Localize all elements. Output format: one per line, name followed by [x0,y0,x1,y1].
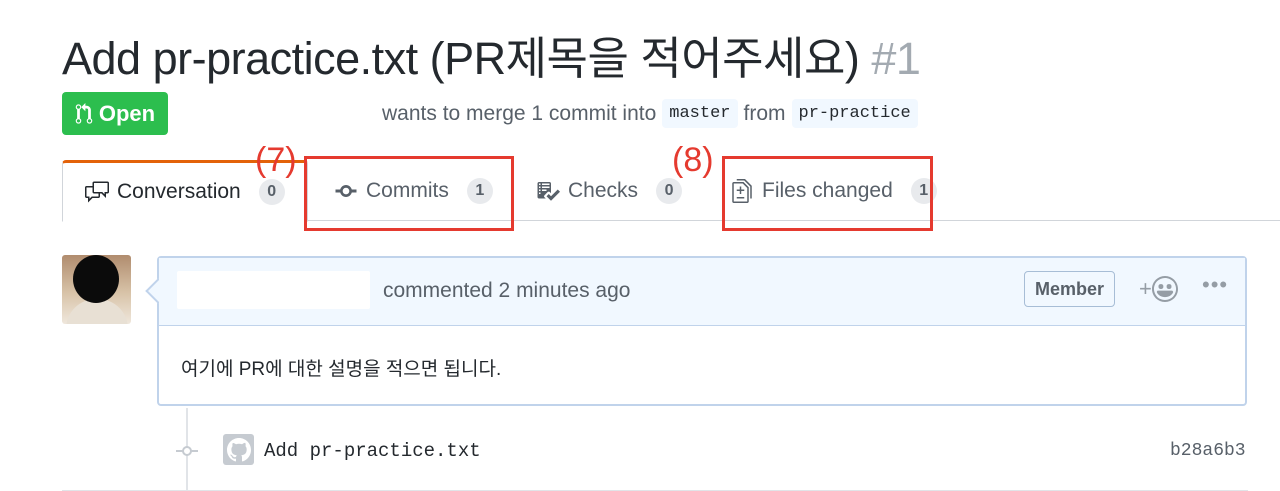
git-pull-request-icon [75,102,93,124]
comment-discussion-icon [85,181,109,203]
pr-tabs: Conversation 0 Commits 1 Checks 0 Files … [62,160,1280,222]
pr-state-label: Open [98,100,156,126]
checklist-icon [537,181,560,201]
head-branch[interactable]: pr-practice [791,99,918,128]
more-options-button[interactable]: ••• [1202,272,1228,298]
author-avatar[interactable] [62,255,131,324]
annotation-label-files-changed: (8) [672,141,714,179]
from-word: from [743,101,786,125]
commit-author-avatar[interactable] [223,434,254,465]
smiley-icon [1151,276,1178,302]
pr-title: Add pr-practice.txt (PR제목을 적어주세요) #1 [62,22,921,87]
add-reaction-button[interactable]: + [1139,276,1178,302]
comment-card: commented 2 minutes ago Member + ••• 여기에… [157,256,1247,406]
base-branch[interactable]: master [662,99,738,128]
annotation-label-commits: (7) [255,141,297,179]
annotation-box-files-changed [722,156,933,231]
tab-conversation-label: Conversation [117,180,241,203]
pr-number: #1 [871,33,921,84]
reaction-plus: + [1139,276,1152,301]
redacted-author-name [177,271,370,309]
commit-sha-link[interactable]: b28a6b3 [1170,441,1246,461]
tab-checks[interactable]: Checks 0 [536,160,683,221]
comment-header: commented 2 minutes ago Member + ••• [159,258,1245,326]
merge-info-text: wants to merge 1 commit into [382,101,657,125]
tab-conversation-count: 0 [258,179,285,205]
tab-checks-label: Checks [568,178,639,202]
pr-title-text: Add pr-practice.txt (PR제목을 적어주세요) [62,33,860,84]
annotation-box-commits [304,156,514,231]
commit-message-link[interactable]: Add pr-practice.txt [264,440,481,462]
pr-state-badge: Open [62,92,168,135]
merge-info: wants to merge 1 commit into master from… [382,99,918,128]
octocat-icon [226,437,251,461]
git-commit-icon [176,446,198,456]
comment-timestamp[interactable]: commented 2 minutes ago [383,279,630,303]
comment-body: 여기에 PR에 대한 설명을 적으면 됩니다. [181,359,502,380]
tab-checks-count: 0 [656,177,683,204]
member-badge: Member [1024,271,1116,307]
avatar-redaction [73,255,119,303]
